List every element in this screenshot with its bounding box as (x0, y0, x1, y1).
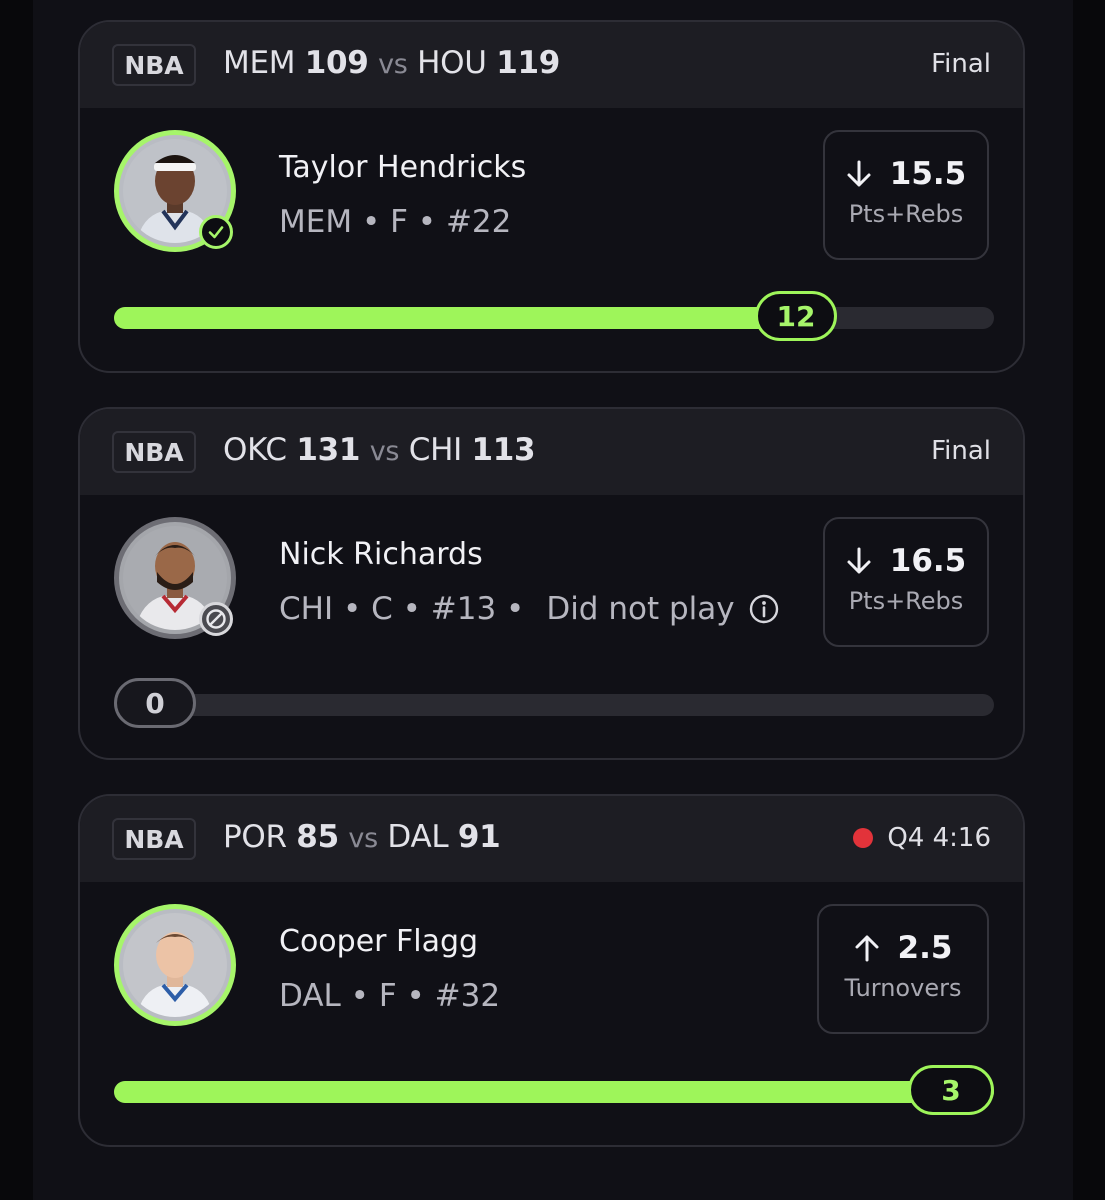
line-value: 16.5 (889, 543, 967, 579)
player-avatar[interactable] (114, 904, 236, 1026)
player-avatar[interactable] (114, 517, 236, 639)
result-pill: 0 (114, 678, 196, 728)
player-meta: CHI • C • #13 • Did not play (279, 591, 779, 627)
did-not-play-label: Did not play (546, 591, 735, 627)
vs-label: vs (348, 823, 378, 854)
pick-line: 16.5 (825, 543, 987, 579)
home-score: 119 (496, 45, 561, 81)
pick-line: 2.5 (819, 930, 987, 966)
pick-card[interactable]: NBA MEM 109 vs HOU 119 Final Taylor Hend… (78, 20, 1025, 373)
separator-dot: • (340, 978, 379, 1014)
line-value: 15.5 (889, 156, 967, 192)
vs-label: vs (369, 436, 400, 467)
pick-line-box[interactable]: 2.5 Turnovers (817, 904, 989, 1034)
player-photo (123, 913, 227, 1017)
game-status: Final (931, 49, 991, 79)
home-team: CHI (408, 432, 463, 468)
game-header: NBA MEM 109 vs HOU 119 Final (80, 22, 1023, 108)
player-name[interactable]: Taylor Hendricks (279, 150, 526, 185)
player-position: F (390, 204, 408, 240)
separator-dot: • (407, 204, 446, 240)
vs-label: vs (378, 49, 408, 80)
separator-dot: • (333, 591, 372, 627)
league-badge: NBA (112, 44, 196, 86)
pick-card[interactable]: NBA OKC 131 vs CHI 113 Final Nick Richar… (78, 407, 1025, 760)
player-position: F (378, 978, 397, 1014)
game-matchup: POR 85 vs DAL 91 (223, 819, 501, 855)
progress-track: 0 (114, 678, 994, 728)
pick-line-box[interactable]: 15.5 Pts+Rebs (823, 130, 989, 260)
player-avatar[interactable] (114, 130, 236, 252)
pick-card[interactable]: NBA POR 85 vs DAL 91 Q4 4:16 Cooper Flag… (78, 794, 1025, 1147)
separator-dot: • (396, 978, 435, 1014)
home-score: 91 (457, 819, 501, 855)
separator-dot: • (352, 204, 391, 240)
progress-track: 12 (114, 291, 994, 341)
prohibited-icon (199, 602, 233, 636)
player-number: #13 (430, 591, 497, 627)
player-team: CHI (279, 591, 334, 627)
player-position: C (371, 591, 393, 627)
separator-dot: • (496, 591, 525, 627)
player-team: MEM (279, 204, 353, 240)
stat-type: Turnovers (844, 974, 962, 1002)
game-status: Final (931, 436, 991, 466)
game-matchup: OKC 131 vs CHI 113 (223, 432, 536, 468)
player-team: DAL (279, 978, 341, 1014)
away-score: 131 (296, 432, 361, 468)
player-meta: DAL • F • #32 (279, 978, 500, 1014)
away-score: 85 (296, 819, 339, 855)
away-team: OKC (223, 432, 287, 468)
arrow-up-icon (855, 935, 879, 962)
league-badge: NBA (112, 818, 196, 860)
progress-fill (114, 307, 792, 329)
pick-line-box[interactable]: 16.5 Pts+Rebs (823, 517, 989, 647)
line-value: 2.5 (897, 930, 953, 966)
player-number: #22 (445, 204, 512, 240)
game-status-text: Final (931, 49, 991, 79)
player-meta: MEM • F • #22 (279, 204, 511, 240)
game-matchup: MEM 109 vs HOU 119 (223, 45, 560, 81)
league-badge: NBA (112, 431, 196, 473)
game-status: Q4 4:16 (853, 823, 991, 853)
progress-track: 3 (114, 1065, 994, 1115)
away-team: POR (223, 819, 287, 855)
result-pill: 3 (908, 1065, 994, 1115)
away-score: 109 (304, 45, 369, 81)
game-status-text: Final (931, 436, 991, 466)
home-team: HOU (417, 45, 487, 81)
player-number: #32 (434, 978, 501, 1014)
separator-dot: • (392, 591, 431, 627)
pick-line: 15.5 (825, 156, 987, 192)
result-pill: 12 (755, 291, 837, 341)
game-status-text: Q4 4:16 (887, 823, 991, 853)
home-team: DAL (387, 819, 449, 855)
away-team: MEM (223, 45, 296, 81)
player-name[interactable]: Nick Richards (279, 537, 483, 572)
arrow-down-icon (847, 160, 871, 187)
check-icon (199, 215, 233, 249)
game-header: NBA POR 85 vs DAL 91 Q4 4:16 (80, 796, 1023, 882)
info-icon[interactable] (749, 594, 779, 624)
game-header: NBA OKC 131 vs CHI 113 Final (80, 409, 1023, 495)
progress-fill (114, 1081, 994, 1103)
stat-type: Pts+Rebs (848, 587, 964, 615)
live-indicator-icon (853, 828, 874, 848)
player-name[interactable]: Cooper Flagg (279, 924, 478, 959)
arrow-down-icon (847, 547, 871, 574)
home-score: 113 (471, 432, 536, 468)
stat-type: Pts+Rebs (848, 200, 964, 228)
